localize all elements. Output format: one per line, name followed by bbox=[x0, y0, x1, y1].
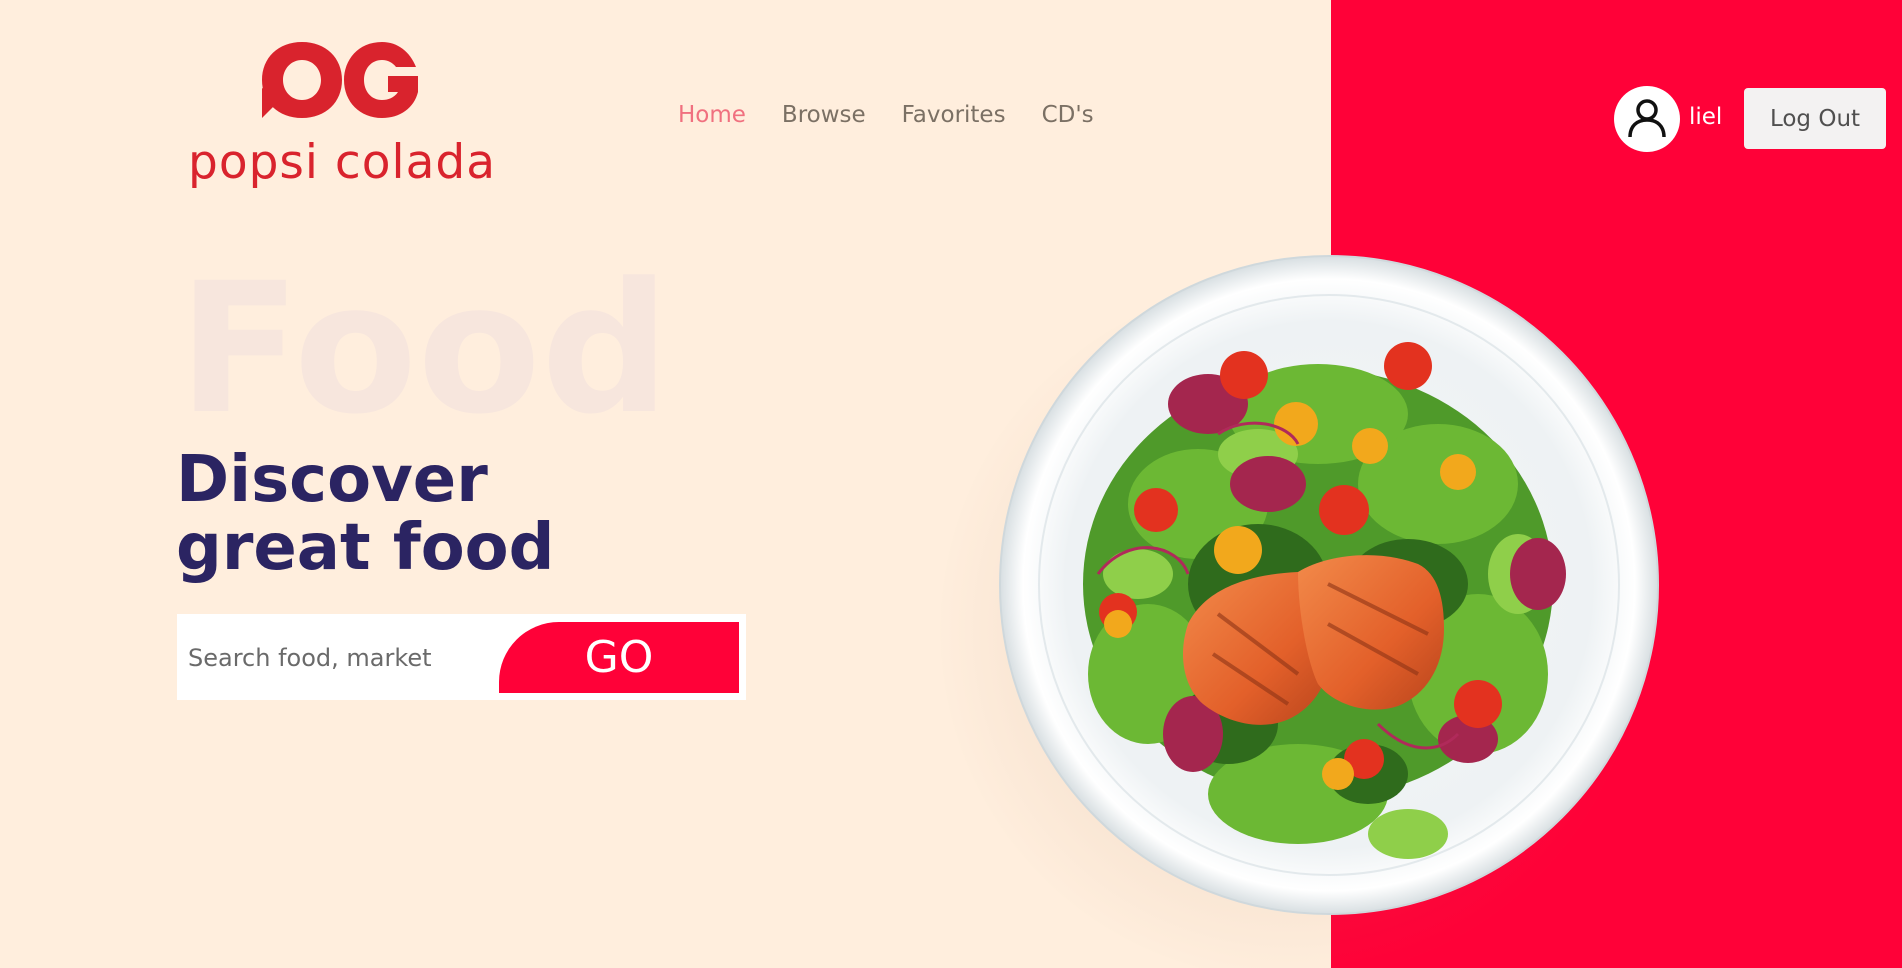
main-nav: Home Browse Favorites CD's bbox=[678, 102, 1094, 128]
nav-item-cds[interactable]: CD's bbox=[1042, 102, 1094, 128]
headline-line-1: Discover bbox=[176, 443, 488, 517]
search-box: GO bbox=[177, 614, 746, 700]
nav-item-browse[interactable]: Browse bbox=[782, 102, 866, 128]
nav-item-favorites[interactable]: Favorites bbox=[902, 102, 1006, 128]
salmon-salad-plate-image bbox=[999, 255, 1659, 915]
user-icon bbox=[1628, 99, 1666, 138]
nav-item-home[interactable]: Home bbox=[678, 102, 746, 128]
background-word: Food bbox=[178, 245, 670, 454]
search-input[interactable] bbox=[186, 632, 490, 684]
brand-logo[interactable]: popsi colada bbox=[188, 38, 496, 193]
username-label: liel bbox=[1689, 104, 1723, 130]
headline-line-2: great food bbox=[176, 511, 555, 585]
avatar[interactable] bbox=[1614, 86, 1680, 152]
hero-headline: Discover great food bbox=[176, 446, 554, 582]
go-button[interactable]: GO bbox=[499, 622, 739, 693]
page: popsi colada Home Browse Favorites CD's … bbox=[0, 0, 1902, 968]
logout-button[interactable]: Log Out bbox=[1744, 88, 1886, 149]
logo-mark-icon bbox=[262, 42, 418, 118]
brand-name: popsi colada bbox=[188, 135, 496, 190]
